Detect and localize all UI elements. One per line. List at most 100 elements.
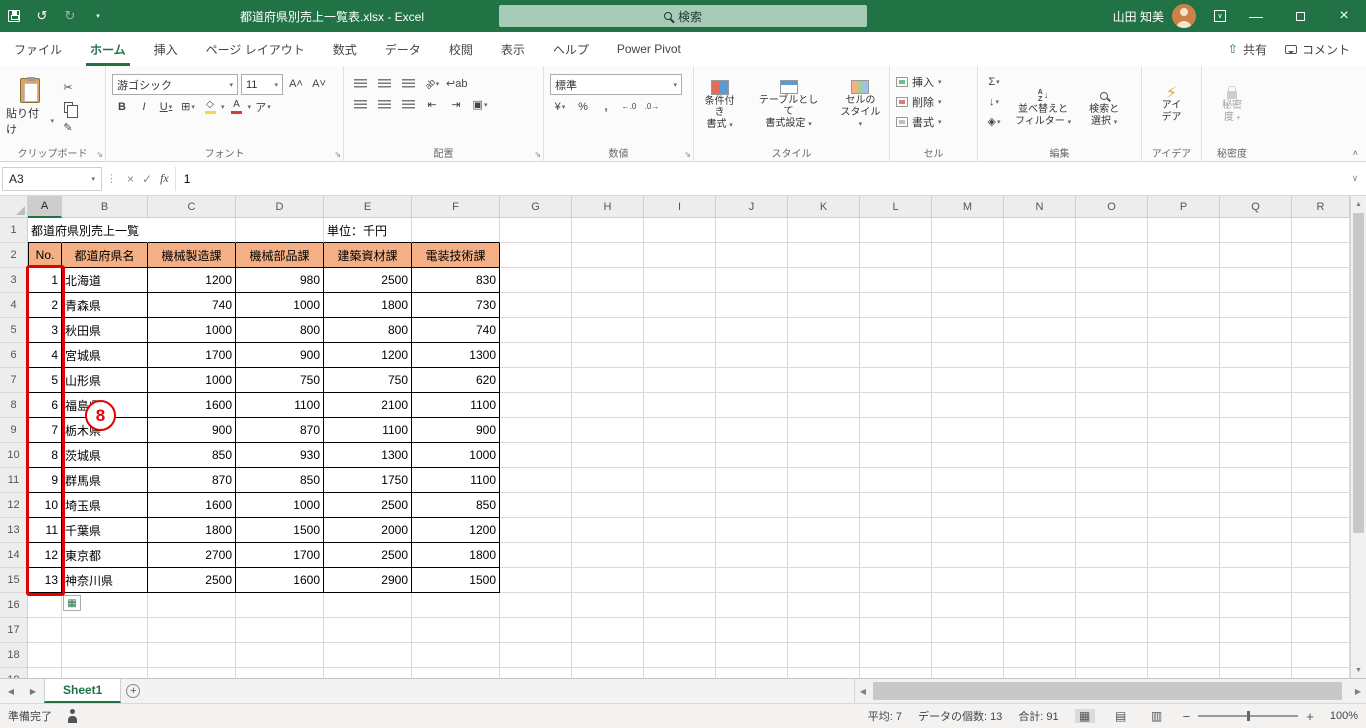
cell[interactable]: 神奈川県 (62, 568, 148, 593)
cell[interactable] (324, 618, 412, 643)
row-header[interactable]: 3 (0, 268, 28, 293)
cell[interactable] (788, 318, 860, 343)
tab-home[interactable]: ホーム (76, 32, 140, 66)
cell[interactable]: 1800 (412, 543, 500, 568)
clipboard-dialog-launcher-icon[interactable]: ⇘ (96, 150, 103, 159)
cell[interactable] (644, 668, 716, 678)
cell[interactable]: 1000 (148, 368, 236, 393)
cell[interactable] (1292, 343, 1350, 368)
cell[interactable] (1292, 593, 1350, 618)
align-middle-button[interactable] (374, 74, 394, 93)
cell[interactable]: 2900 (324, 568, 412, 593)
cell[interactable] (932, 318, 1004, 343)
cell[interactable] (1076, 393, 1148, 418)
cell[interactable]: 1000 (236, 493, 324, 518)
cell[interactable] (412, 593, 500, 618)
decrease-indent-button[interactable]: ⇤ (422, 95, 442, 114)
scroll-down-icon[interactable]: ▼ (1351, 662, 1366, 678)
cell[interactable] (716, 343, 788, 368)
cell[interactable] (932, 468, 1004, 493)
cut-button[interactable]: ✂ (58, 78, 78, 97)
cell[interactable]: 1100 (324, 418, 412, 443)
cell[interactable]: 1200 (324, 343, 412, 368)
formula-input[interactable]: 1 (176, 167, 1346, 191)
cell[interactable] (236, 218, 324, 243)
cell[interactable] (644, 468, 716, 493)
cell[interactable] (500, 243, 572, 268)
cell[interactable] (644, 243, 716, 268)
cell[interactable]: No. (28, 243, 62, 268)
cell[interactable] (1148, 343, 1220, 368)
cell[interactable] (572, 268, 644, 293)
autosum-button[interactable]: Σ ▾ (984, 72, 1004, 91)
cell[interactable]: 740 (412, 318, 500, 343)
cell[interactable] (1220, 518, 1292, 543)
cell[interactable]: 1000 (412, 443, 500, 468)
cell[interactable] (500, 443, 572, 468)
cell[interactable]: 4 (28, 343, 62, 368)
cell[interactable] (644, 543, 716, 568)
name-box[interactable]: A3 ▾ (2, 166, 102, 191)
cell[interactable] (1292, 668, 1350, 678)
cell[interactable]: 建築資材課 (324, 243, 412, 268)
insert-button[interactable]: 挿入 ▾ (896, 72, 942, 91)
cell[interactable] (932, 418, 1004, 443)
cell[interactable] (644, 368, 716, 393)
cell[interactable] (788, 343, 860, 368)
cell[interactable] (932, 543, 1004, 568)
sheet-next-icon[interactable]: ▶ (22, 679, 44, 703)
quick-access-caret-icon[interactable]: ▾ (84, 0, 112, 32)
cell[interactable] (1220, 668, 1292, 678)
cell[interactable] (572, 318, 644, 343)
cell[interactable] (1004, 593, 1076, 618)
row-header[interactable]: 19 (0, 668, 28, 678)
cell[interactable] (1292, 568, 1350, 593)
cell[interactable] (1220, 568, 1292, 593)
quick-analysis-button[interactable]: ▦ (63, 595, 81, 611)
cell[interactable] (412, 668, 500, 678)
align-right-button[interactable] (398, 95, 418, 114)
cell[interactable] (1148, 218, 1220, 243)
cell[interactable] (1004, 468, 1076, 493)
status-mode[interactable]: 準備完了 (8, 708, 52, 724)
cell[interactable] (716, 243, 788, 268)
cell[interactable] (62, 618, 148, 643)
column-header[interactable]: I (644, 196, 716, 218)
tab-page-layout[interactable]: ページ レイアウト (192, 32, 319, 66)
cell[interactable] (500, 493, 572, 518)
cell[interactable] (1076, 343, 1148, 368)
cell[interactable] (788, 493, 860, 518)
formula-bar-expand-icon[interactable]: ∨ (1346, 173, 1364, 184)
cell[interactable] (1148, 518, 1220, 543)
cell[interactable] (148, 218, 236, 243)
cell[interactable] (788, 393, 860, 418)
cell[interactable] (932, 443, 1004, 468)
delete-button[interactable]: 削除 ▾ (896, 92, 942, 111)
column-header[interactable]: J (716, 196, 788, 218)
cell[interactable] (860, 443, 932, 468)
cell[interactable] (644, 443, 716, 468)
fill-color-button[interactable]: ◇ ▾ (200, 97, 225, 116)
cell[interactable] (716, 318, 788, 343)
cell[interactable]: 1800 (324, 293, 412, 318)
cell[interactable] (1148, 318, 1220, 343)
cell[interactable]: 1700 (148, 343, 236, 368)
cell[interactable] (500, 518, 572, 543)
align-bottom-button[interactable] (398, 74, 418, 93)
maximize-button[interactable] (1278, 0, 1322, 32)
cell[interactable] (1292, 243, 1350, 268)
cell[interactable] (716, 618, 788, 643)
tab-view[interactable]: 表示 (487, 32, 539, 66)
row-header[interactable]: 10 (0, 443, 28, 468)
cell[interactable]: 千葉県 (62, 518, 148, 543)
cell[interactable] (1004, 393, 1076, 418)
cell[interactable] (932, 243, 1004, 268)
cell[interactable] (1292, 218, 1350, 243)
comma-button[interactable]: , (596, 97, 616, 116)
format-painter-button[interactable]: ✎ (58, 118, 78, 137)
cell[interactable] (716, 443, 788, 468)
horizontal-scroll-thumb[interactable] (873, 682, 1342, 700)
cell[interactable]: 870 (236, 418, 324, 443)
cell[interactable]: 900 (236, 343, 324, 368)
decrease-decimal-button[interactable]: .0→ (642, 97, 662, 116)
